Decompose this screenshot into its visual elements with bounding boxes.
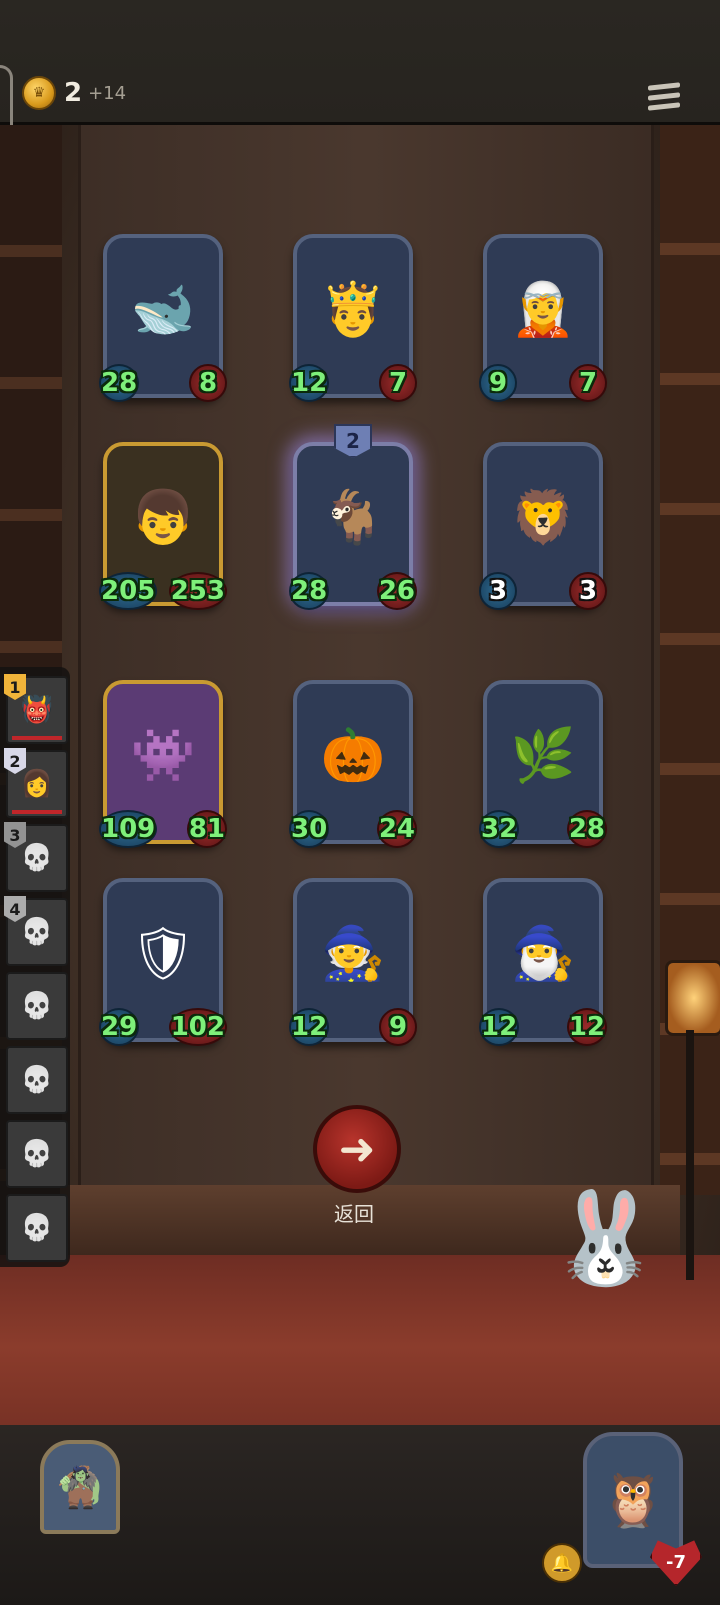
minion-card[interactable]: 🧝 9 7 xyxy=(479,234,607,402)
opponent-portrait: 👹 xyxy=(20,695,54,725)
skull-icon: 💀 xyxy=(20,843,54,873)
leaderboard-slot[interactable]: 💀 xyxy=(6,972,68,1040)
health-stat: 26 xyxy=(376,572,417,610)
leaderboard-slot[interactable]: 👹 1 xyxy=(4,674,68,744)
minion-portrait: 👾 xyxy=(130,725,196,786)
health-stat: 102 xyxy=(168,1008,227,1046)
skull-icon: 💀 xyxy=(20,1139,54,1169)
attack-stat: 12 xyxy=(289,364,330,402)
minion-card[interactable]: 🐐 2 28 26 xyxy=(289,424,417,610)
minion-card[interactable]: 🧙 12 9 xyxy=(289,878,417,1046)
opponent-portrait: 👩 xyxy=(20,769,54,799)
minion-portrait: 🎃 xyxy=(320,725,386,786)
tier-badge: 2 xyxy=(334,424,372,458)
leaderboard-slot[interactable]: 💀 xyxy=(6,1120,68,1188)
attack-stat: 30 xyxy=(289,810,330,848)
attack-stat: 109 xyxy=(99,810,158,848)
attack-stat: 3 xyxy=(479,572,517,610)
skull-icon: 💀 xyxy=(20,1065,54,1095)
health-stat: 8 xyxy=(189,364,227,402)
minion-portrait: 🛡 xyxy=(129,923,196,984)
minion-portrait: 🧙 xyxy=(320,923,386,984)
minion-portrait: 🦁 xyxy=(510,487,576,548)
minion-portrait: 🐐 xyxy=(320,487,386,548)
return-label: 返回 xyxy=(334,1202,374,1226)
lantern-icon xyxy=(665,960,720,1036)
health-stat: 3 xyxy=(569,572,607,610)
bell-icon[interactable]: 🔔 xyxy=(542,1543,582,1583)
skull-icon: 💀 xyxy=(20,1213,54,1243)
attack-stat: 12 xyxy=(479,1008,520,1046)
player-hero-portrait[interactable]: 🧌 xyxy=(40,1440,120,1534)
attack-stat: 28 xyxy=(289,572,330,610)
gold-counter: ♛ 2 +14 xyxy=(22,76,126,110)
health-bar xyxy=(12,810,62,814)
top-bar: ♛ 2 +14 xyxy=(0,0,720,181)
minion-portrait: 🧝 xyxy=(510,279,576,340)
health-stat: 9 xyxy=(379,1008,417,1046)
leaderboard-slot[interactable]: 👩 2 xyxy=(4,748,68,818)
health-stat: 12 xyxy=(566,1008,607,1046)
minion-card[interactable]: 🐋 28 8 xyxy=(99,234,227,402)
return-button[interactable]: ➜ xyxy=(313,1105,401,1193)
minion-card[interactable]: 👾 109 81 xyxy=(99,680,227,848)
arrow-left-icon: ➜ xyxy=(338,1123,376,1175)
minion-portrait: 🧙‍♂️ xyxy=(510,923,576,984)
attack-stat: 29 xyxy=(99,1008,140,1046)
minion-card[interactable]: 🎃 30 24 xyxy=(289,680,417,848)
leaderboard-slot[interactable]: 💀 xyxy=(6,1194,68,1262)
attack-stat: 12 xyxy=(289,1008,330,1046)
attack-stat: 32 xyxy=(479,810,520,848)
skull-icon: 💀 xyxy=(20,991,54,1021)
skull-icon: 💀 xyxy=(20,917,54,947)
crown-coin-icon: ♛ xyxy=(22,76,56,110)
minion-card[interactable]: 👦 205 253 xyxy=(99,442,227,610)
health-bar xyxy=(12,736,62,740)
minion-portrait: 🌿 xyxy=(510,725,576,786)
minion-portrait: 🤴 xyxy=(320,279,386,340)
attack-stat: 9 xyxy=(479,364,517,402)
lamp-post xyxy=(686,1030,694,1280)
gold-income: +14 xyxy=(88,82,127,104)
health-stat: 24 xyxy=(376,810,417,848)
gold-value: 2 xyxy=(64,78,83,108)
minion-card[interactable]: 🌿 32 28 xyxy=(479,680,607,848)
minion-card[interactable]: 🤴 12 7 xyxy=(289,234,417,402)
health-stat: 28 xyxy=(566,810,607,848)
minion-card[interactable]: 🧙‍♂️ 12 12 xyxy=(479,878,607,1046)
health-stat: 81 xyxy=(186,810,227,848)
minion-portrait: 👦 xyxy=(130,487,196,548)
leaderboard-slot[interactable]: 💀 3 xyxy=(4,822,68,892)
minion-portrait: 🐋 xyxy=(130,279,196,340)
health-stat: 253 xyxy=(168,572,227,610)
bunny-mascot-icon[interactable]: 🐰 xyxy=(545,1158,665,1318)
leaderboard-slot[interactable]: 💀 xyxy=(6,1046,68,1114)
health-stat: 7 xyxy=(569,364,607,402)
hamburger-icon[interactable] xyxy=(648,82,680,116)
minion-card[interactable]: 🦁 3 3 xyxy=(479,442,607,610)
minion-card[interactable]: 🛡 29 102 xyxy=(99,878,227,1046)
health-stat: 7 xyxy=(379,364,417,402)
attack-stat: 205 xyxy=(99,572,158,610)
leaderboard-slot[interactable]: 💀 4 xyxy=(4,896,68,966)
attack-stat: 28 xyxy=(99,364,140,402)
